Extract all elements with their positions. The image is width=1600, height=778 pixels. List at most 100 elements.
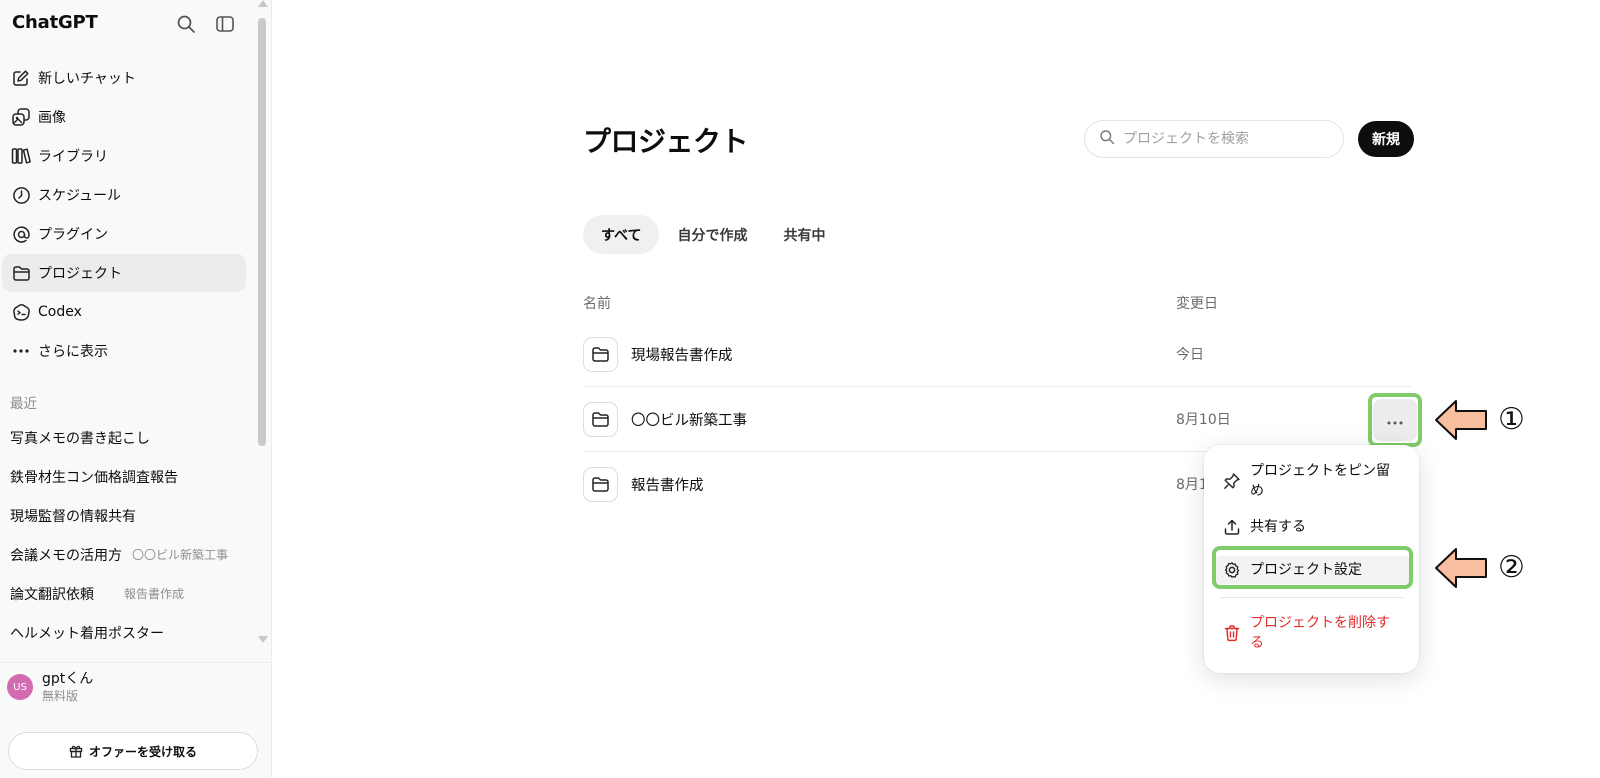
annotation-step-2: ② (1498, 550, 1525, 585)
edit-icon (10, 67, 32, 89)
scroll-up-arrow-icon[interactable] (258, 0, 268, 7)
more-icon (10, 340, 32, 362)
sidebar-item-label: Codex (38, 304, 82, 320)
menu-item-label: プロジェクト設定 (1250, 562, 1362, 578)
menu-label-line: め (1250, 483, 1264, 499)
pin-icon (1222, 471, 1242, 491)
avatar: US (7, 674, 33, 700)
menu-label-line: る (1250, 635, 1264, 651)
project-name: 現場報告書作成 (631, 348, 733, 364)
offer-button-label: オファーを受け取る (88, 744, 197, 759)
sidebar-item-label: ライブラリ (38, 149, 108, 165)
project-row[interactable]: 〇〇ビル新築工事 8月10日 (583, 387, 1411, 451)
menu-item-label: プロジェクトを削除する (1250, 613, 1390, 653)
annotation-arrow-left-icon (1435, 400, 1487, 440)
sidebar-item-label: スケジュール (38, 188, 122, 204)
folder-icon (583, 402, 618, 437)
tab-mine[interactable]: 自分で作成 (659, 215, 765, 254)
sidebar-item-plugins[interactable]: プラグイン (2, 215, 246, 253)
tab-shared[interactable]: 共有中 (765, 215, 843, 254)
recent-chat-title: 現場監督の情報共有 (10, 508, 136, 525)
sidebar-item-label: プロジェクト (38, 266, 122, 282)
sidebar-item-images[interactable]: 画像 (2, 98, 246, 136)
menu-item-pin[interactable]: プロジェクトをピン留め (1212, 461, 1411, 501)
offer-button[interactable]: オファーを受け取る (8, 732, 258, 770)
at-icon (10, 223, 32, 245)
sidebar-nav: 新しいチャット 画像 ライブラリ スケジュール プラグイン プロジェクト Cod… (0, 58, 246, 371)
recent-chat-item[interactable]: 論文翻訳依頼 報告書作成 (0, 574, 246, 613)
recent-chat-item[interactable]: 鉄骨材生コン価格調査報告 (0, 457, 246, 496)
annotation-arrow-left-icon (1435, 548, 1487, 588)
recent-chat-title: 会議メモの活用方 (10, 547, 122, 564)
project-context-menu: プロジェクトをピン留め 共有する プロジェクト設定 プロジェクトを削除する (1204, 445, 1419, 673)
new-project-button[interactable]: 新規 (1358, 121, 1414, 157)
sidebar-item-label: 画像 (38, 110, 66, 126)
gear-icon (1222, 560, 1242, 580)
library-icon (10, 145, 32, 167)
project-date: 今日 (1176, 347, 1204, 363)
more-horizontal-icon (1386, 411, 1404, 430)
menu-item-share[interactable]: 共有する (1212, 517, 1411, 537)
menu-item-label: 共有する (1250, 519, 1306, 535)
column-header-name: 名前 (583, 296, 611, 312)
recent-chat-project-tag: 〇〇ビル新築工事 (132, 548, 229, 562)
annotation-step-1: ① (1498, 402, 1525, 437)
menu-label-line: プロジェクトをピン留 (1250, 463, 1390, 479)
project-name: 〇〇ビル新築工事 (631, 413, 747, 429)
menu-label-line: プロジェクトを削除す (1250, 615, 1390, 631)
project-name: 報告書作成 (631, 478, 704, 494)
recent-chat-title: 鉄骨材生コン価格調査報告 (10, 469, 178, 486)
recent-section-label: 最近 (10, 396, 37, 412)
sidebar-item-label: さらに表示 (38, 344, 108, 360)
app-title[interactable]: ChatGPT (12, 12, 98, 33)
project-date: 8月10日 (1176, 412, 1231, 428)
scroll-down-arrow-icon[interactable] (258, 636, 268, 643)
menu-item-settings[interactable]: プロジェクト設定 (1212, 556, 1411, 584)
sidebar-item-more[interactable]: さらに表示 (2, 332, 246, 370)
sidebar-item-codex[interactable]: Codex (2, 293, 246, 331)
column-header-modified: 変更日 (1176, 296, 1218, 312)
page-title: プロジェクト (583, 125, 749, 158)
menu-divider (1220, 597, 1403, 598)
recent-chat-item[interactable]: ヘルメット着用ポスター (0, 613, 246, 652)
sidebar-toggle-icon[interactable] (213, 12, 237, 36)
clock-icon (10, 184, 32, 206)
search-icon (1099, 129, 1115, 149)
user-name: gptくん (42, 671, 94, 687)
recent-chat-item[interactable]: 現場監督の情報共有 (0, 496, 246, 535)
project-row[interactable]: 現場報告書作成 今日 (583, 322, 1411, 386)
folder-icon (583, 467, 618, 502)
trash-icon (1222, 623, 1242, 643)
recent-chat-title: 論文翻訳依頼 (10, 586, 94, 603)
share-upload-icon (1222, 517, 1242, 537)
search-input[interactable] (1123, 131, 1323, 147)
recent-chat-item[interactable]: 写真メモの書き起こし (0, 418, 246, 457)
user-profile[interactable]: US gptくん 無料版 (7, 670, 93, 704)
sidebar-item-library[interactable]: ライブラリ (2, 137, 246, 175)
scroll-thumb[interactable] (258, 18, 266, 446)
sidebar-divider (0, 662, 272, 663)
menu-item-delete[interactable]: プロジェクトを削除する (1212, 613, 1411, 653)
sidebar-item-projects[interactable]: プロジェクト (2, 254, 246, 292)
sidebar-scrollbar[interactable] (256, 0, 270, 660)
recent-chat-list: 写真メモの書き起こし 鉄骨材生コン価格調査報告 現場監督の情報共有 会議メモの活… (0, 418, 246, 652)
codex-icon (10, 301, 32, 323)
sidebar: ChatGPT 新しいチャット 画像 ライブラリ スケジュール プラグイン プロ… (0, 0, 272, 778)
sidebar-item-label: プラグイン (38, 227, 108, 243)
tab-all[interactable]: すべて (583, 215, 660, 254)
search-icon[interactable] (174, 12, 198, 36)
sidebar-item-new-chat[interactable]: 新しいチャット (2, 59, 246, 97)
menu-item-label: プロジェクトをピン留め (1250, 461, 1390, 501)
user-plan: 無料版 (42, 689, 79, 703)
recent-chat-title: ヘルメット着用ポスター (10, 625, 164, 642)
recent-chat-item[interactable]: 会議メモの活用方 〇〇ビル新築工事 (0, 535, 246, 574)
sidebar-item-label: 新しいチャット (38, 71, 136, 87)
gift-icon (69, 744, 83, 758)
recent-chat-project-tag: 報告書作成 (124, 587, 185, 601)
recent-chat-title: 写真メモの書き起こし (10, 430, 150, 447)
sidebar-item-schedule[interactable]: スケジュール (2, 176, 246, 214)
project-search[interactable] (1084, 120, 1344, 158)
folder-icon (583, 337, 618, 372)
project-options-button[interactable] (1373, 399, 1417, 441)
project-tabs: すべて 自分で作成 共有中 (583, 215, 843, 254)
